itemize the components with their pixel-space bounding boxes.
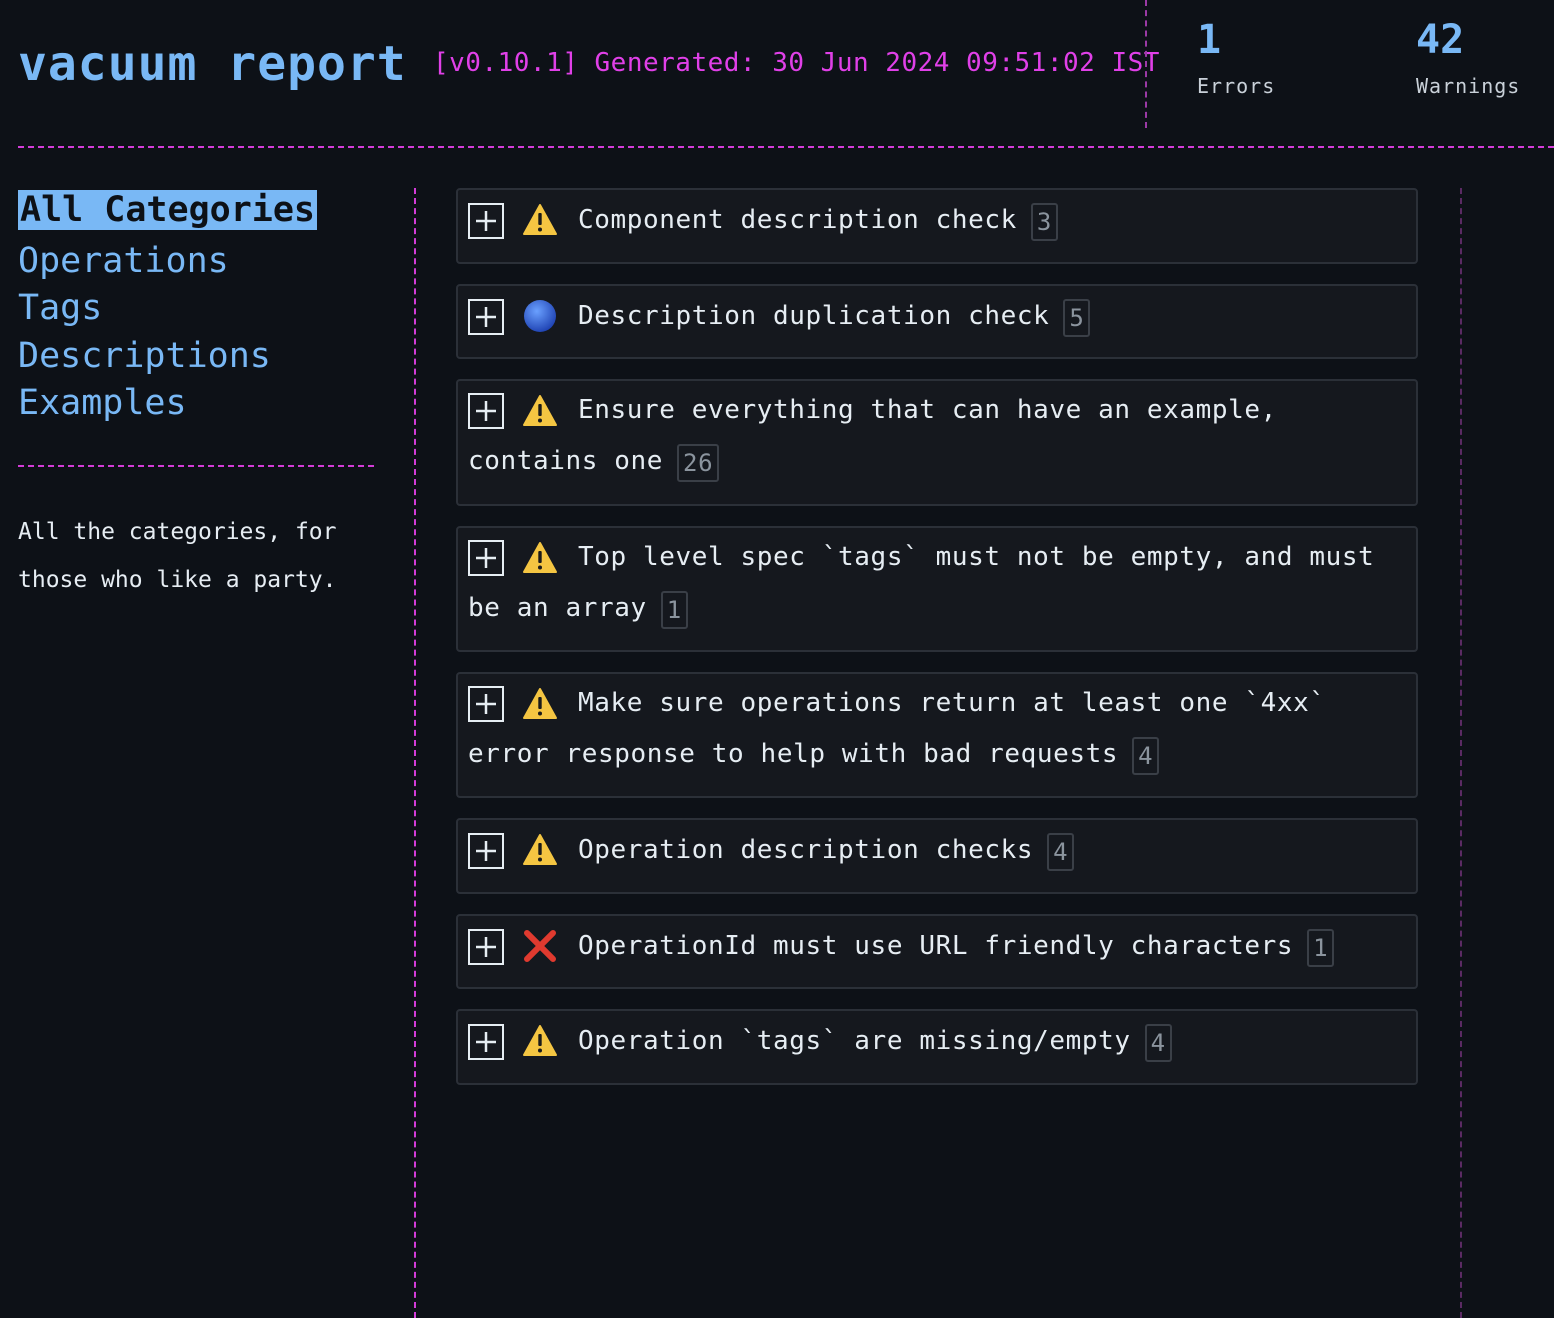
nav-item-examples[interactable]: Examples bbox=[18, 380, 187, 428]
rule-row[interactable]: Component description check 3 bbox=[456, 188, 1418, 264]
expand-plus-icon[interactable] bbox=[468, 929, 504, 965]
nav-item-operations[interactable]: Operations bbox=[18, 238, 229, 286]
rule-title: OperationId must use URL friendly charac… bbox=[578, 931, 1294, 961]
expand-plus-icon[interactable] bbox=[468, 833, 504, 869]
warning-icon bbox=[522, 393, 558, 429]
rule-title: Operation `tags` are missing/empty bbox=[578, 1026, 1131, 1056]
report-title: vacuum report bbox=[18, 36, 407, 92]
error-x-icon bbox=[522, 928, 558, 964]
errors-label: Errors bbox=[1197, 74, 1276, 98]
rule-row[interactable]: Ensure everything that can have an examp… bbox=[456, 379, 1418, 506]
warnings-stat: 42 Warnings bbox=[1416, 16, 1520, 98]
expand-plus-icon[interactable] bbox=[468, 203, 504, 239]
rule-count-badge: 4 bbox=[1144, 1024, 1172, 1062]
right-divider bbox=[1460, 188, 1462, 1318]
errors-stat: 1 Errors bbox=[1197, 16, 1275, 98]
rule-row[interactable]: Operation `tags` are missing/empty 4 bbox=[456, 1009, 1418, 1085]
nav-item-descriptions[interactable]: Descriptions bbox=[18, 333, 271, 381]
main-divider bbox=[414, 188, 416, 1318]
rule-title: Operation description checks bbox=[578, 835, 1034, 865]
rule-count-badge: 26 bbox=[677, 444, 720, 482]
rule-title: Top level spec `tags` must not be empty,… bbox=[468, 542, 1375, 623]
expand-plus-icon[interactable] bbox=[468, 540, 504, 576]
info-circle-icon bbox=[522, 298, 558, 334]
header-separator bbox=[18, 146, 1554, 148]
rule-row[interactable]: Operation description checks 4 bbox=[456, 818, 1418, 894]
rule-row[interactable]: Description duplication check 5 bbox=[456, 284, 1418, 359]
rule-row[interactable]: Make sure operations return at least one… bbox=[456, 672, 1418, 798]
rule-count-badge: 5 bbox=[1063, 299, 1091, 337]
rule-title: Ensure everything that can have an examp… bbox=[468, 395, 1277, 476]
rule-count-badge: 4 bbox=[1132, 737, 1160, 775]
warning-icon bbox=[522, 832, 558, 868]
expand-plus-icon[interactable] bbox=[468, 393, 504, 429]
expand-plus-icon[interactable] bbox=[468, 299, 504, 335]
errors-count: 1 bbox=[1197, 17, 1222, 63]
expand-plus-icon[interactable] bbox=[468, 686, 504, 722]
rule-title: Make sure operations return at least one… bbox=[468, 688, 1326, 769]
category-description: All the categories, for those who like a… bbox=[18, 519, 337, 593]
generated-info: [v0.10.1] Generated: 30 Jun 2024 09:51:0… bbox=[433, 48, 1160, 78]
warnings-label: Warnings bbox=[1416, 74, 1521, 98]
rule-row[interactable]: Top level spec `tags` must not be empty,… bbox=[456, 526, 1418, 652]
nav-item-all-categories[interactable]: All Categories bbox=[18, 190, 318, 230]
rule-count-badge: 1 bbox=[1307, 929, 1335, 967]
warning-icon bbox=[522, 686, 558, 722]
rule-title: Description duplication check bbox=[578, 301, 1050, 331]
warnings-count: 42 bbox=[1416, 17, 1465, 63]
warning-icon bbox=[522, 1023, 558, 1059]
header-divider bbox=[1145, 0, 1147, 128]
warning-icon bbox=[522, 540, 558, 576]
sidebar-separator bbox=[18, 465, 374, 467]
rule-title: Component description check bbox=[578, 205, 1017, 235]
warning-icon bbox=[522, 202, 558, 238]
nav-item-tags[interactable]: Tags bbox=[18, 285, 102, 333]
expand-plus-icon[interactable] bbox=[468, 1024, 504, 1060]
rule-count-badge: 4 bbox=[1047, 833, 1075, 871]
report-header: vacuum report [v0.10.1] Generated: 30 Ju… bbox=[0, 0, 1554, 148]
rule-row[interactable]: OperationId must use URL friendly charac… bbox=[456, 914, 1418, 989]
category-nav: All Categories Operations Tags Descripti… bbox=[18, 190, 374, 428]
rule-count-badge: 3 bbox=[1030, 203, 1058, 241]
rule-count-badge: 1 bbox=[660, 591, 688, 629]
